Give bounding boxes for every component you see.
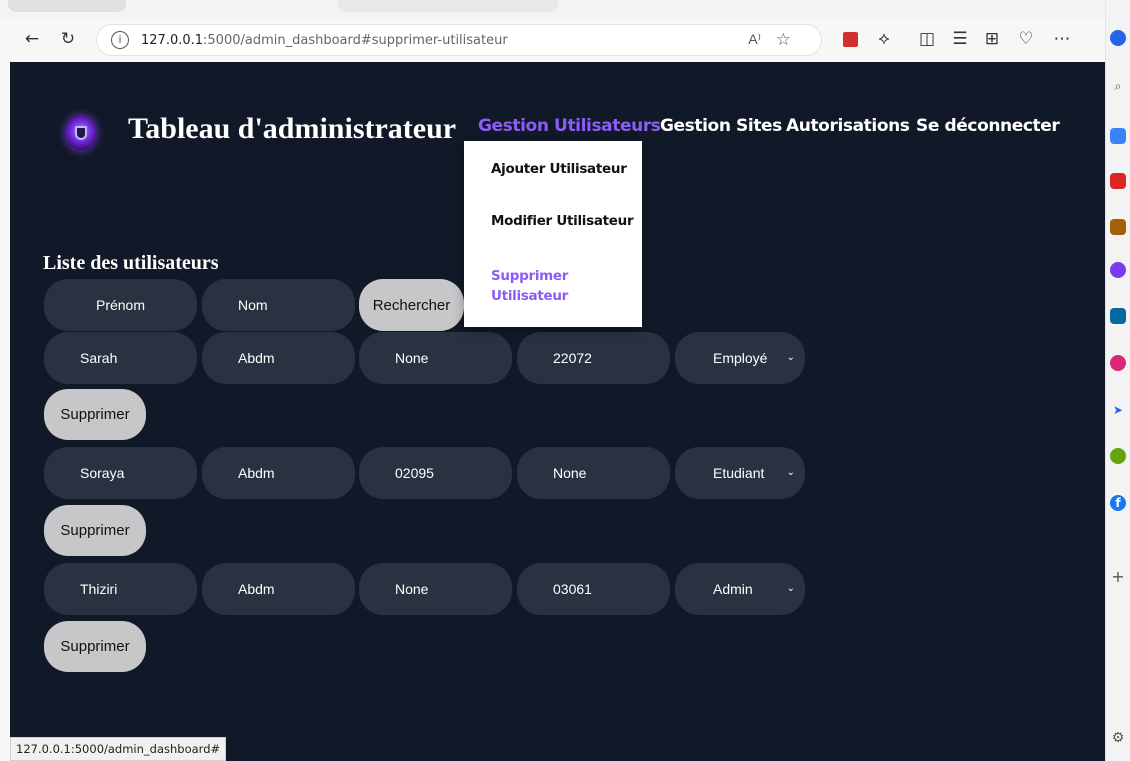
telegram-icon[interactable]: ➤ bbox=[1110, 402, 1126, 418]
page-viewport: Tableau d'administrateur Gestion Utilisa… bbox=[10, 62, 1105, 761]
role-value: Admin bbox=[713, 581, 753, 597]
section-title: Liste des utilisateurs bbox=[43, 252, 219, 274]
tools-briefcase-icon[interactable] bbox=[1110, 173, 1126, 189]
user-last-name-field[interactable]: Abdm bbox=[202, 332, 355, 384]
user-field-4[interactable]: None bbox=[517, 447, 670, 499]
tree-icon[interactable] bbox=[1110, 448, 1126, 464]
search-button[interactable]: Rechercher bbox=[359, 279, 464, 331]
chevron-down-icon: ⌄ bbox=[786, 352, 795, 363]
user-field-4[interactable]: 03061 bbox=[517, 563, 670, 615]
settings-gear-icon[interactable]: ⚙ bbox=[1110, 730, 1126, 746]
user-first-name-field[interactable]: Soraya bbox=[44, 447, 197, 499]
add-icon[interactable]: + bbox=[1110, 569, 1126, 585]
nav-gestion-sites[interactable]: Gestion Sites bbox=[660, 116, 782, 136]
nav-autorisations[interactable]: Autorisations bbox=[786, 116, 910, 136]
user-field-3[interactable]: None bbox=[359, 563, 512, 615]
role-value: Etudiant bbox=[713, 465, 765, 481]
menu-item-add-user[interactable]: Ajouter Utilisateur bbox=[491, 159, 627, 179]
delete-user-button[interactable]: Supprimer bbox=[44, 621, 146, 672]
role-value: Employé bbox=[713, 350, 768, 366]
games-icon[interactable] bbox=[1110, 219, 1126, 235]
edge-sidebar: ⌕ ➤ f + ⚙ bbox=[1105, 0, 1130, 761]
chevron-down-icon: ⌄ bbox=[786, 467, 795, 478]
extension-red-icon[interactable] bbox=[838, 27, 862, 51]
nav-logout[interactable]: Se déconnecter bbox=[916, 116, 1060, 136]
user-first-name-field[interactable]: Thiziri bbox=[44, 563, 197, 615]
user-role-select[interactable]: Admin ⌄ bbox=[675, 563, 805, 615]
user-field-4[interactable]: 22072 bbox=[517, 332, 670, 384]
extensions-puzzle-icon[interactable]: ⟡ bbox=[872, 27, 896, 51]
url-text[interactable]: 127.0.0.1:5000/admin_dashboard#supprimer… bbox=[141, 33, 508, 48]
delete-user-button[interactable]: Supprimer bbox=[44, 505, 146, 556]
user-field-3[interactable]: 02095 bbox=[359, 447, 512, 499]
copilot-icon[interactable] bbox=[1110, 30, 1126, 46]
more-menu-icon[interactable]: ⋯ bbox=[1050, 27, 1074, 51]
search-icon[interactable]: ⌕ bbox=[1110, 78, 1126, 94]
user-last-name-field[interactable]: Abdm bbox=[202, 563, 355, 615]
user-last-name-field[interactable]: Abdm bbox=[202, 447, 355, 499]
menu-item-edit-user[interactable]: Modifier Utilisateur bbox=[491, 211, 634, 231]
user-field-3[interactable]: None bbox=[359, 332, 512, 384]
browser-essentials-icon[interactable]: ♡ bbox=[1014, 27, 1038, 51]
users-dropdown-menu: Ajouter Utilisateur Modifier Utilisateur… bbox=[464, 141, 642, 327]
address-bar[interactable]: i 127.0.0.1:5000/admin_dashboard#supprim… bbox=[96, 24, 822, 56]
page-title: Tableau d'administrateur bbox=[128, 112, 457, 145]
user-role-select[interactable]: Etudiant ⌄ bbox=[675, 447, 805, 499]
microsoft-365-icon[interactable] bbox=[1110, 262, 1126, 278]
read-aloud-icon[interactable]: A⁾ bbox=[748, 31, 761, 48]
favorites-list-icon[interactable]: ☰ bbox=[948, 27, 972, 51]
back-icon[interactable]: ← bbox=[20, 27, 44, 51]
browser-toolbar: ← ↻ i 127.0.0.1:5000/admin_dashboard#sup… bbox=[0, 18, 1105, 62]
user-role-select[interactable]: Employé ⌄ bbox=[675, 332, 805, 384]
designer-icon[interactable] bbox=[1110, 355, 1126, 371]
nav-gestion-utilisateurs[interactable]: Gestion Utilisateurs bbox=[478, 116, 661, 136]
refresh-icon[interactable]: ↻ bbox=[56, 27, 80, 51]
tab-strip bbox=[0, 0, 1105, 18]
split-screen-icon[interactable]: ◫ bbox=[915, 27, 939, 51]
search-first-name-input[interactable]: Prénom bbox=[44, 279, 197, 331]
user-first-name-field[interactable]: Sarah bbox=[44, 332, 197, 384]
first-name-placeholder: Prénom bbox=[95, 297, 146, 313]
shopping-tag-icon[interactable] bbox=[1110, 128, 1126, 144]
favorite-star-icon[interactable]: ☆ bbox=[776, 30, 791, 50]
menu-item-delete-user[interactable]: Supprimer Utilisateur bbox=[491, 266, 611, 306]
outlook-icon[interactable] bbox=[1110, 308, 1126, 324]
site-info-icon[interactable]: i bbox=[111, 31, 129, 49]
status-bar-url: 127.0.0.1:5000/admin_dashboard# bbox=[10, 737, 227, 761]
browser-tab[interactable] bbox=[338, 0, 558, 12]
chevron-down-icon: ⌄ bbox=[786, 583, 795, 594]
logo-icon bbox=[66, 116, 96, 150]
search-last-name-input[interactable]: Nom bbox=[202, 279, 355, 331]
facebook-icon[interactable]: f bbox=[1110, 495, 1126, 511]
delete-user-button[interactable]: Supprimer bbox=[44, 389, 146, 440]
last-name-placeholder: Nom bbox=[238, 297, 268, 313]
collections-icon[interactable]: ⊞ bbox=[980, 27, 1004, 51]
browser-tab[interactable] bbox=[8, 0, 126, 12]
